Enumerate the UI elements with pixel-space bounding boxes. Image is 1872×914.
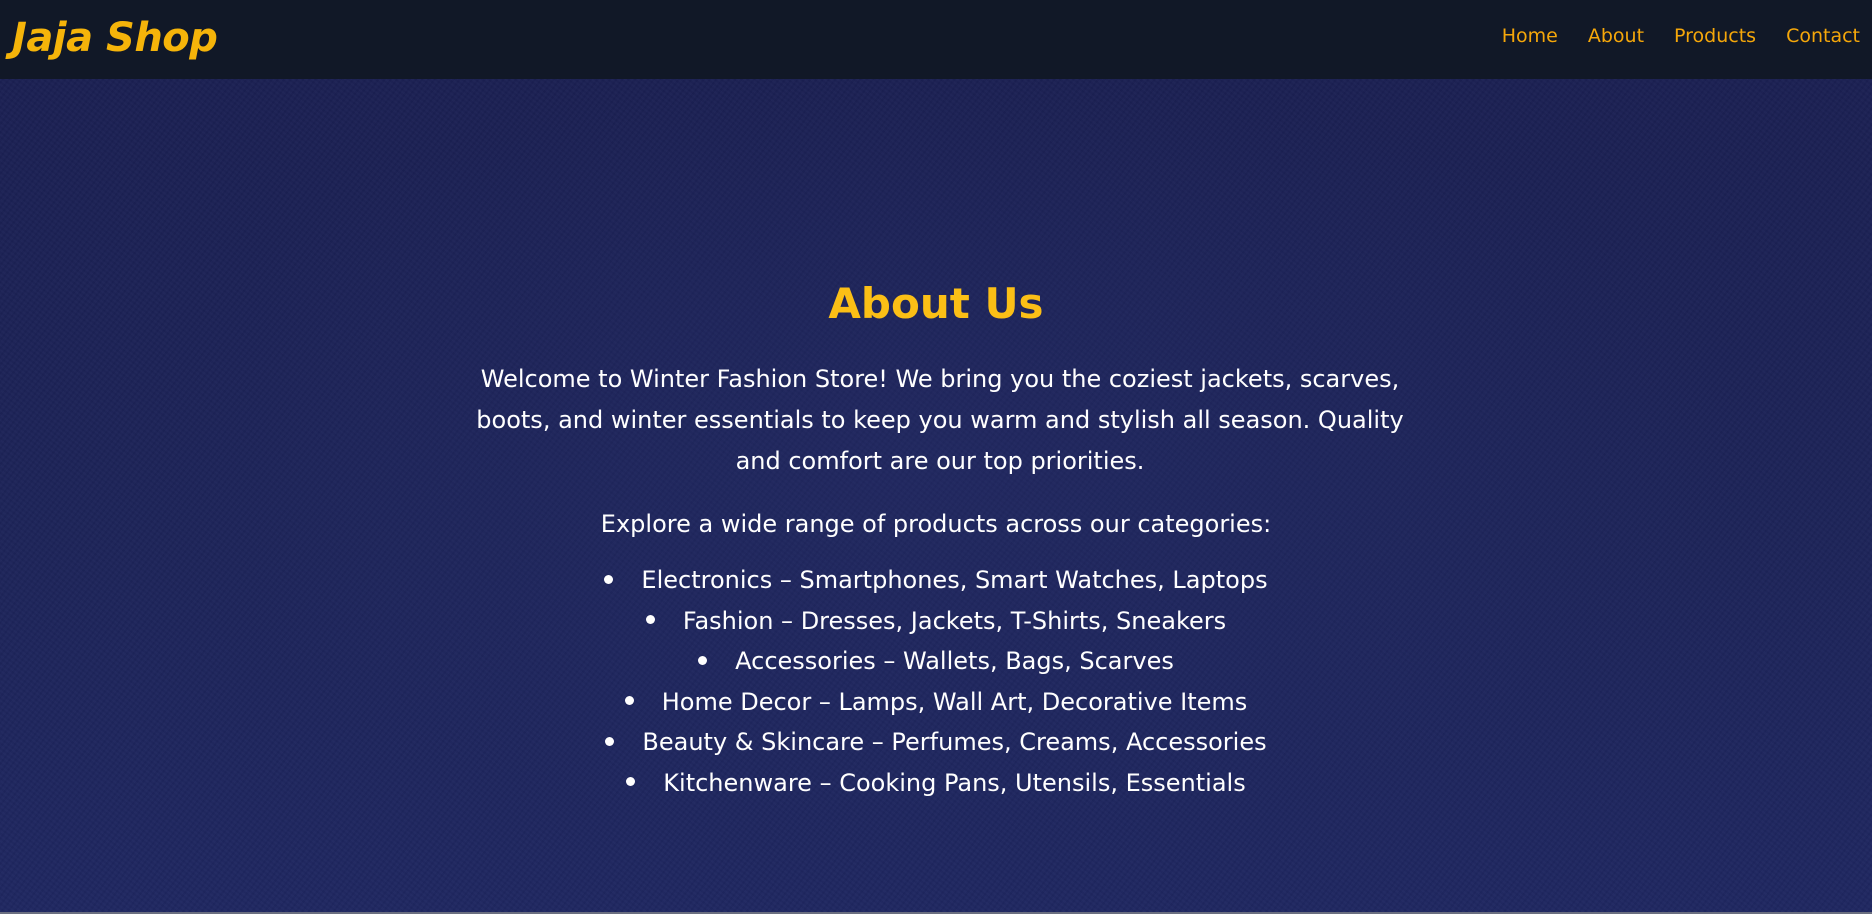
category-text: Fashion – Dresses, Jackets, T-Shirts, Sn… (682, 606, 1227, 635)
site-logo[interactable]: Jaja Shop (12, 15, 218, 61)
bullet-icon (604, 574, 614, 584)
category-text: Kitchenware – Cooking Pans, Utensils, Es… (663, 768, 1246, 797)
navbar: Jaja Shop Home About Products Contact (0, 0, 1872, 79)
about-intro: Welcome to Winter Fashion Store! We brin… (476, 365, 1404, 475)
about-section: About Us Welcome to Winter Fashion Store… (0, 79, 1872, 912)
list-item: Accessories – Wallets, Bags, Scarves (0, 641, 1872, 682)
nav-link-contact[interactable]: Contact (1786, 25, 1860, 47)
category-text: Accessories – Wallets, Bags, Scarves (735, 647, 1174, 675)
main-nav: Home About Products Contact (1502, 25, 1860, 47)
bullet-icon (698, 655, 708, 665)
bullet-icon (626, 777, 636, 786)
category-text: Beauty & Skincare – Perfumes, Creams, Ac… (642, 728, 1267, 756)
list-item: Beauty & Skincare – Perfumes, Creams, Ac… (0, 722, 1872, 763)
list-item: Kitchenware – Cooking Pans, Utensils, Es… (0, 763, 1872, 804)
bullet-icon (605, 736, 615, 746)
nav-link-about[interactable]: About (1588, 25, 1644, 47)
category-text: Electronics – Smartphones, Smart Watches… (641, 566, 1268, 594)
nav-link-products[interactable]: Products (1674, 25, 1756, 47)
list-item: Fashion – Dresses, Jackets, T-Shirts, Sn… (0, 601, 1872, 642)
list-item: Home Decor – Lamps, Wall Art, Decorative… (0, 682, 1872, 723)
category-list: Electronics – Smartphones, Smart Watches… (0, 560, 1872, 803)
bullet-icon (645, 615, 655, 624)
category-text: Home Decor – Lamps, Wall Art, Decorative… (661, 687, 1248, 716)
page-title: About Us (828, 279, 1044, 328)
bullet-icon (624, 696, 634, 705)
nav-link-home[interactable]: Home (1502, 25, 1558, 47)
list-item: Electronics – Smartphones, Smart Watches… (0, 560, 1872, 601)
explore-text: Explore a wide range of products across … (600, 510, 1272, 538)
